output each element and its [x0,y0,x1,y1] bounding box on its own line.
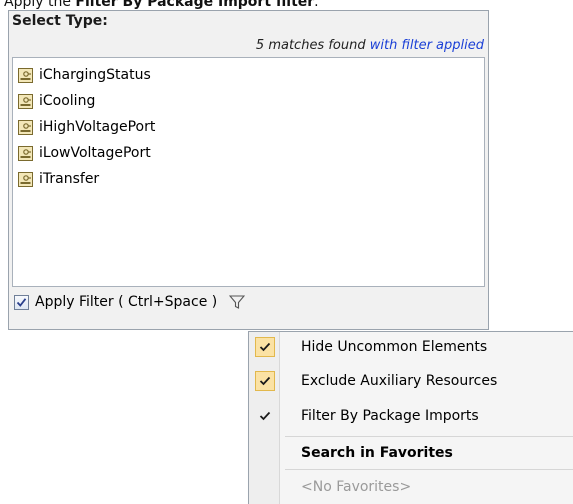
menu-item-label: Hide Uncommon Elements [301,339,488,355]
interface-icon [18,119,33,135]
menu-item-search-favorites[interactable]: Search in Favorites [249,439,573,467]
list-item[interactable]: iChargingStatus [18,64,151,86]
matches-status: 5 matches found with filter applied [256,38,484,53]
matches-count: 5 matches found [255,38,366,53]
list-item-label: iTransfer [39,171,100,187]
filter-context-menu: Hide Uncommon Elements Exclude Auxiliary… [248,331,573,504]
apply-filter-row: Apply Filter ( Ctrl+Space ) [14,294,246,310]
checkmark-icon [255,337,275,357]
menu-separator [285,469,573,470]
filter-funnel-icon[interactable] [229,294,246,310]
screen: Apply the Filter By Package Import filte… [0,0,573,504]
interface-icon [18,171,33,187]
interface-icon [18,93,33,109]
caption-prefix: Apply the [4,0,76,10]
menu-item-label: Filter By Package Imports [301,408,479,424]
caption-suffix: . [314,0,319,10]
dialog-title: Select Type: [12,13,108,29]
list-item[interactable]: iHighVoltagePort [18,116,155,138]
menu-item-label: Search in Favorites [301,445,453,461]
list-item[interactable]: iCooling [18,90,95,112]
menu-item-label: Exclude Auxiliary Resources [301,373,498,389]
list-item-label: iLowVoltagePort [39,145,151,161]
menu-item-filter-package-imports[interactable]: Filter By Package Imports [249,402,573,430]
instruction-caption: Apply the Filter By Package Import filte… [4,0,319,10]
menu-item-label: <No Favorites> [301,479,412,495]
list-item[interactable]: iTransfer [18,168,99,190]
select-type-dialog: Select Type: 5 matches found with filter… [8,10,489,330]
list-item[interactable]: iLowVoltagePort [18,142,151,164]
filter-applied-link[interactable]: with filter applied [370,38,484,53]
menu-separator [285,436,573,437]
list-item-label: iCooling [39,93,96,109]
checkmark-icon [255,371,275,391]
menu-item-exclude-auxiliary[interactable]: Exclude Auxiliary Resources [249,367,573,395]
type-list[interactable]: iChargingStatus iCooling iHighVoltagePor… [12,57,485,287]
interface-icon [18,145,33,161]
interface-icon [18,67,33,83]
apply-filter-label[interactable]: Apply Filter ( Ctrl+Space ) [35,294,217,310]
caption-bold: Filter By Package Import filter [75,0,315,10]
list-item-label: iHighVoltagePort [39,119,156,135]
apply-filter-checkbox[interactable] [14,294,29,310]
list-item-label: iChargingStatus [39,67,151,83]
checkmark-icon [255,406,275,426]
menu-item-no-favorites: <No Favorites> [249,473,573,501]
menu-item-hide-uncommon[interactable]: Hide Uncommon Elements [249,333,573,361]
